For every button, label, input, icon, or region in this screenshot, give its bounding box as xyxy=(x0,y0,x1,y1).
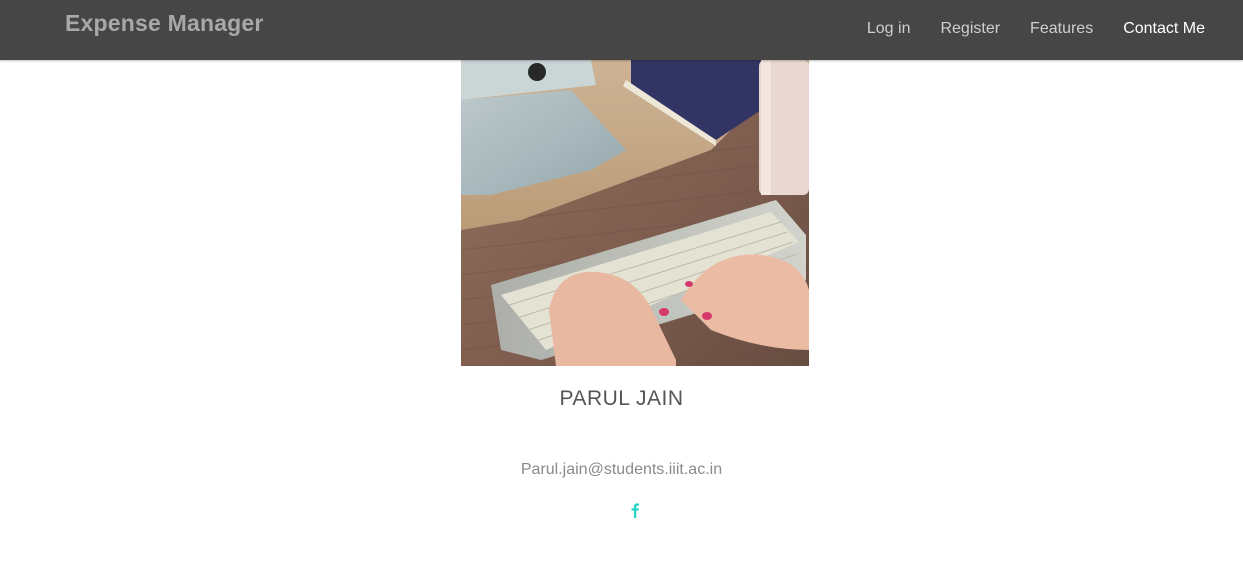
profile-photo xyxy=(461,60,809,366)
top-navbar: Expense Manager Log in Register Features… xyxy=(0,0,1243,60)
brand-title[interactable]: Expense Manager xyxy=(65,10,264,37)
profile-name: PARUL JAIN xyxy=(559,387,684,410)
nav-link-login[interactable]: Log in xyxy=(867,19,911,39)
facebook-icon[interactable] xyxy=(627,501,643,519)
nav-link-contact[interactable]: Contact Me xyxy=(1123,19,1205,39)
nav-link-register[interactable]: Register xyxy=(940,19,1000,39)
nav-link-features[interactable]: Features xyxy=(1030,19,1093,39)
nav-links: Log in Register Features Contact Me xyxy=(837,19,1205,39)
profile-email[interactable]: Parul.jain@students.iiit.ac.in xyxy=(0,461,1243,479)
